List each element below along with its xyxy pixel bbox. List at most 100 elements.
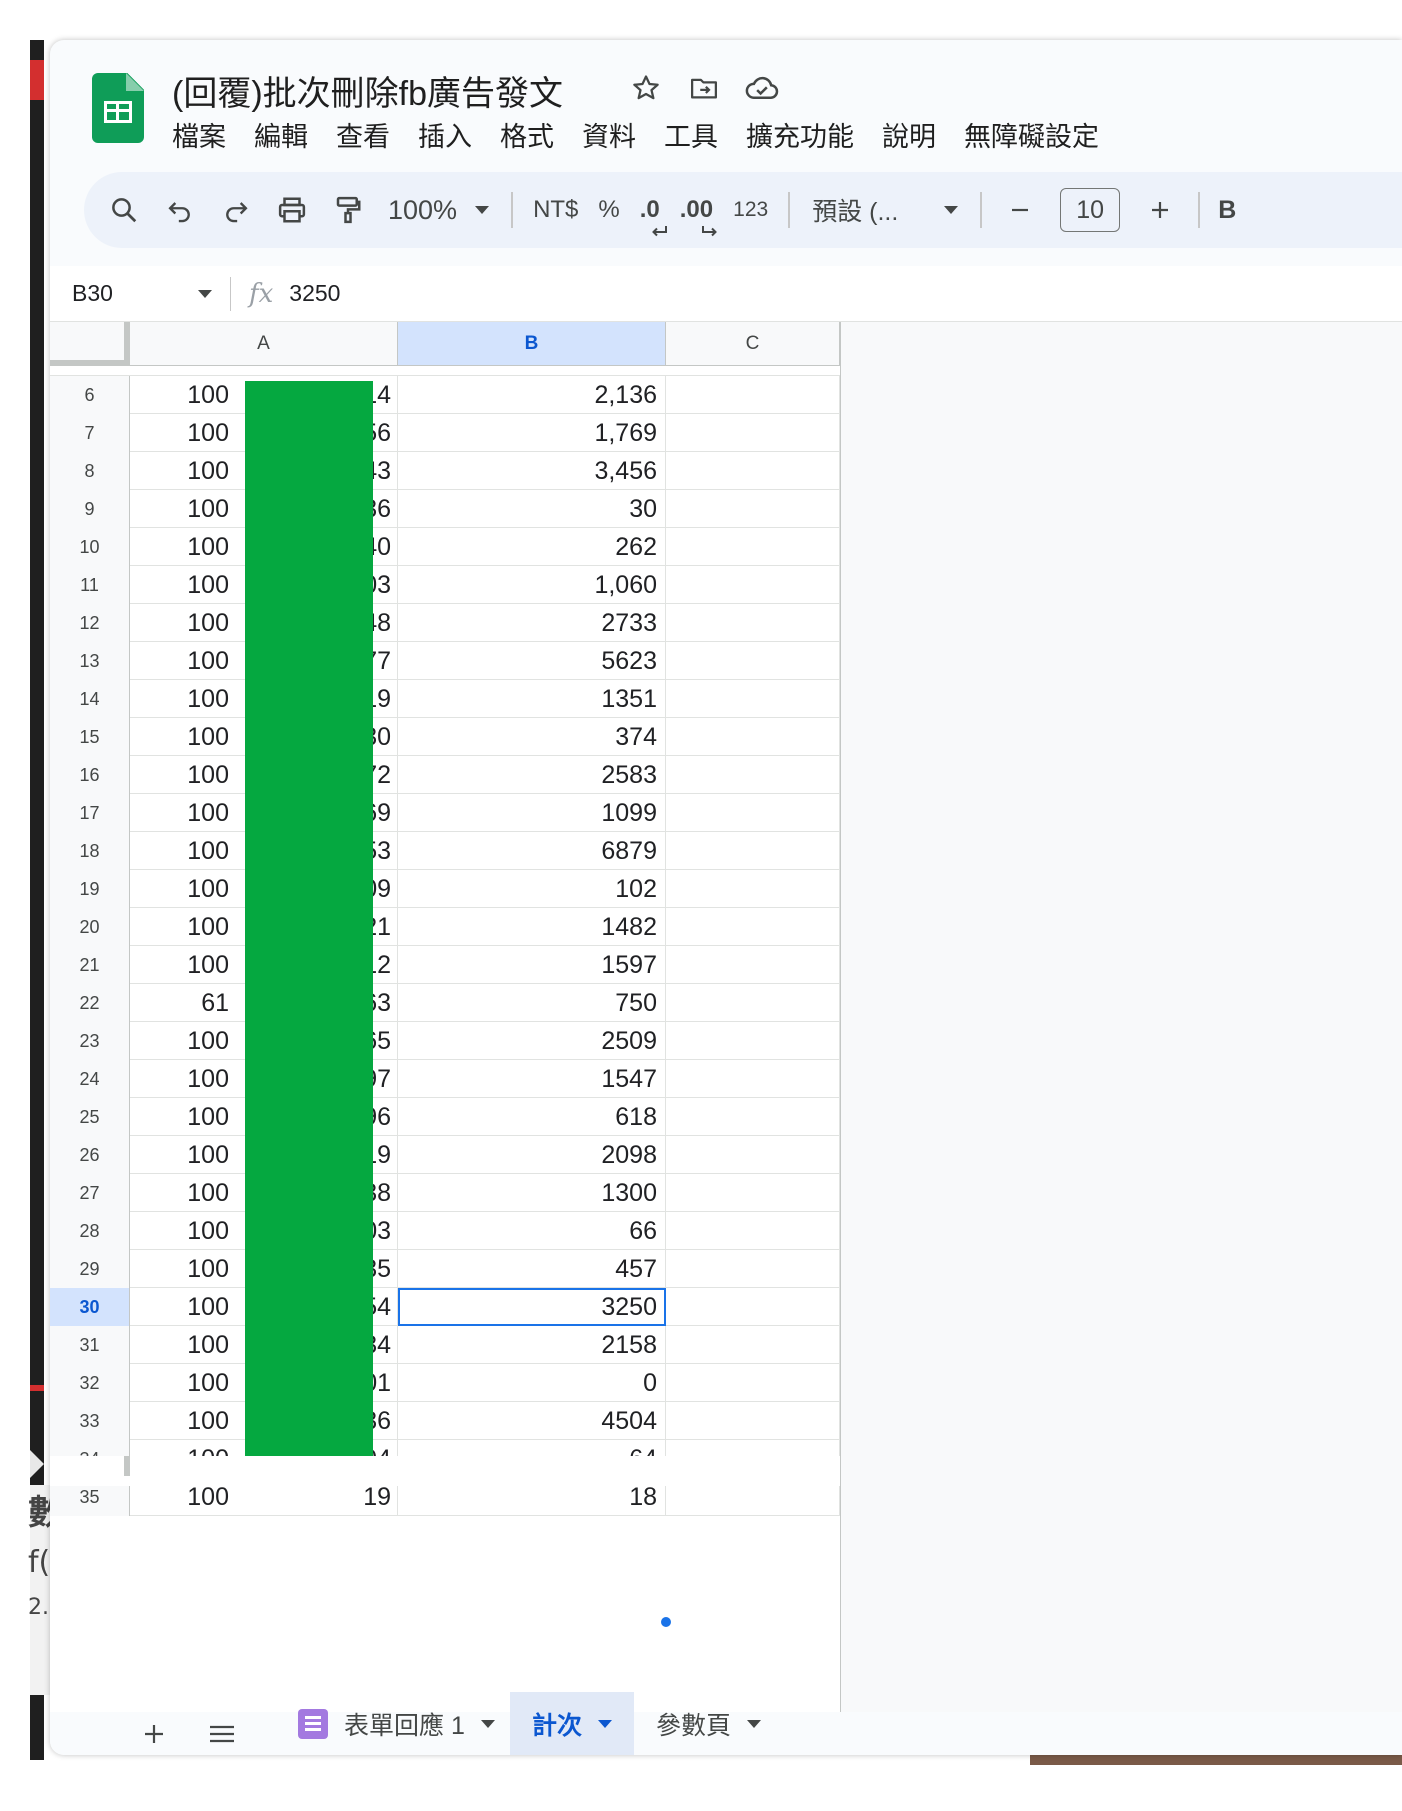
cell-c[interactable] bbox=[666, 680, 840, 718]
redo-icon[interactable] bbox=[214, 187, 258, 233]
menu-help[interactable]: 說明 bbox=[868, 118, 950, 156]
cell-c[interactable] bbox=[666, 528, 840, 566]
print-icon[interactable] bbox=[270, 187, 314, 233]
number-format-button[interactable]: 123 bbox=[723, 187, 778, 233]
cell-c[interactable] bbox=[666, 414, 840, 452]
column-header-b[interactable]: B bbox=[398, 322, 666, 366]
menu-view[interactable]: 查看 bbox=[322, 118, 404, 156]
cell-b[interactable]: 750 bbox=[398, 984, 666, 1022]
decrease-decimal-button[interactable]: .0 bbox=[630, 187, 670, 237]
cell-c[interactable] bbox=[666, 1136, 840, 1174]
cell-c[interactable] bbox=[666, 1098, 840, 1136]
row-header[interactable]: 18 bbox=[50, 832, 130, 870]
row-header[interactable]: 31 bbox=[50, 1326, 130, 1364]
cell-b[interactable]: 6879 bbox=[398, 832, 666, 870]
menu-accessibility[interactable]: 無障礙設定 bbox=[950, 118, 1113, 156]
menu-edit[interactable]: 編輯 bbox=[240, 118, 322, 156]
row-header[interactable]: 30 bbox=[50, 1288, 130, 1326]
menu-insert[interactable]: 插入 bbox=[404, 118, 486, 156]
cell-c[interactable] bbox=[666, 1326, 840, 1364]
name-box[interactable]: B30 bbox=[50, 280, 230, 307]
undo-icon[interactable] bbox=[158, 187, 202, 233]
cell-b[interactable]: 1597 bbox=[398, 946, 666, 984]
row-header[interactable]: 16 bbox=[50, 756, 130, 794]
menu-data[interactable]: 資料 bbox=[568, 118, 650, 156]
sheet-tab-parameters[interactable]: 參數頁 bbox=[634, 1692, 783, 1755]
font-size-input[interactable]: 10 bbox=[1060, 188, 1121, 232]
menu-extensions[interactable]: 擴充功能 bbox=[732, 118, 868, 156]
cell-c[interactable] bbox=[666, 1174, 840, 1212]
cell-b[interactable]: 5623 bbox=[398, 642, 666, 680]
row-header[interactable]: 7 bbox=[50, 414, 130, 452]
row-header[interactable]: 12 bbox=[50, 604, 130, 642]
cell-b[interactable]: 3,456 bbox=[398, 452, 666, 490]
move-to-folder-icon[interactable] bbox=[686, 70, 722, 106]
cell-b[interactable]: 457 bbox=[398, 1250, 666, 1288]
column-header-c[interactable]: C bbox=[666, 322, 840, 366]
row-header[interactable]: 32 bbox=[50, 1364, 130, 1402]
cell-c[interactable] bbox=[666, 1288, 840, 1326]
cell-b[interactable]: 3250 bbox=[398, 1288, 666, 1326]
percent-format-button[interactable]: % bbox=[588, 187, 629, 233]
select-all-corner[interactable] bbox=[50, 322, 130, 366]
cell-b[interactable]: 1,060 bbox=[398, 566, 666, 604]
cell-c[interactable] bbox=[666, 756, 840, 794]
bold-button[interactable]: B bbox=[1218, 187, 1236, 233]
currency-format-button[interactable]: NT$ bbox=[523, 187, 588, 233]
cell-c[interactable] bbox=[666, 566, 840, 604]
minus-icon[interactable] bbox=[998, 187, 1042, 233]
cell-c[interactable] bbox=[666, 642, 840, 680]
cell-c[interactable] bbox=[666, 832, 840, 870]
fill-handle[interactable] bbox=[659, 1615, 673, 1629]
zoom-select[interactable]: 100% bbox=[376, 187, 501, 233]
cell-c[interactable] bbox=[666, 1060, 840, 1098]
cell-b[interactable]: 30 bbox=[398, 490, 666, 528]
row-header[interactable]: 13 bbox=[50, 642, 130, 680]
row-header[interactable]: 26 bbox=[50, 1136, 130, 1174]
add-sheet-icon[interactable] bbox=[142, 1712, 166, 1755]
row-header[interactable]: 9 bbox=[50, 490, 130, 528]
sheet-tab-count[interactable]: 計次 bbox=[510, 1692, 634, 1755]
row-header[interactable]: 29 bbox=[50, 1250, 130, 1288]
cell-c[interactable] bbox=[666, 908, 840, 946]
font-select[interactable]: 預設 (... bbox=[800, 187, 970, 233]
row-header[interactable]: 20 bbox=[50, 908, 130, 946]
cell-c[interactable] bbox=[666, 870, 840, 908]
cell-c[interactable] bbox=[666, 1212, 840, 1250]
cell-c[interactable] bbox=[666, 794, 840, 832]
row-header[interactable]: 33 bbox=[50, 1402, 130, 1440]
plus-icon[interactable] bbox=[1138, 187, 1182, 233]
menu-file[interactable]: 檔案 bbox=[172, 118, 240, 156]
row-header[interactable]: 14 bbox=[50, 680, 130, 718]
cell-b[interactable]: 2158 bbox=[398, 1326, 666, 1364]
search-icon[interactable] bbox=[102, 187, 146, 233]
row-header[interactable]: 21 bbox=[50, 946, 130, 984]
formula-input[interactable]: 3250 bbox=[289, 280, 340, 307]
cell-b[interactable]: 1300 bbox=[398, 1174, 666, 1212]
row-header[interactable]: 22 bbox=[50, 984, 130, 1022]
cloud-saved-icon[interactable] bbox=[744, 70, 780, 106]
row-header[interactable]: 8 bbox=[50, 452, 130, 490]
cell-c[interactable] bbox=[666, 718, 840, 756]
cell-c[interactable] bbox=[666, 1402, 840, 1440]
document-title[interactable]: (回覆)批次刪除fb廣告發文 bbox=[172, 66, 563, 115]
cell-b[interactable]: 2509 bbox=[398, 1022, 666, 1060]
cell-b[interactable]: 4504 bbox=[398, 1402, 666, 1440]
menu-tools[interactable]: 工具 bbox=[650, 118, 732, 156]
cell-b[interactable]: 1,769 bbox=[398, 414, 666, 452]
cell-b[interactable]: 1351 bbox=[398, 680, 666, 718]
row-header[interactable]: 23 bbox=[50, 1022, 130, 1060]
cell-c[interactable] bbox=[666, 1250, 840, 1288]
cell-c[interactable] bbox=[666, 1364, 840, 1402]
row-header[interactable]: 28 bbox=[50, 1212, 130, 1250]
cell-c[interactable] bbox=[666, 376, 840, 414]
cell-b[interactable]: 66 bbox=[398, 1212, 666, 1250]
cell-c[interactable] bbox=[666, 452, 840, 490]
cell-b[interactable]: 374 bbox=[398, 718, 666, 756]
row-header[interactable]: 11 bbox=[50, 566, 130, 604]
cell-b[interactable]: 1482 bbox=[398, 908, 666, 946]
sheet-tab-form-responses[interactable]: 表單回應 1 bbox=[276, 1692, 517, 1755]
menu-format[interactable]: 格式 bbox=[486, 118, 568, 156]
row-header[interactable]: 25 bbox=[50, 1098, 130, 1136]
row-header[interactable]: 10 bbox=[50, 528, 130, 566]
